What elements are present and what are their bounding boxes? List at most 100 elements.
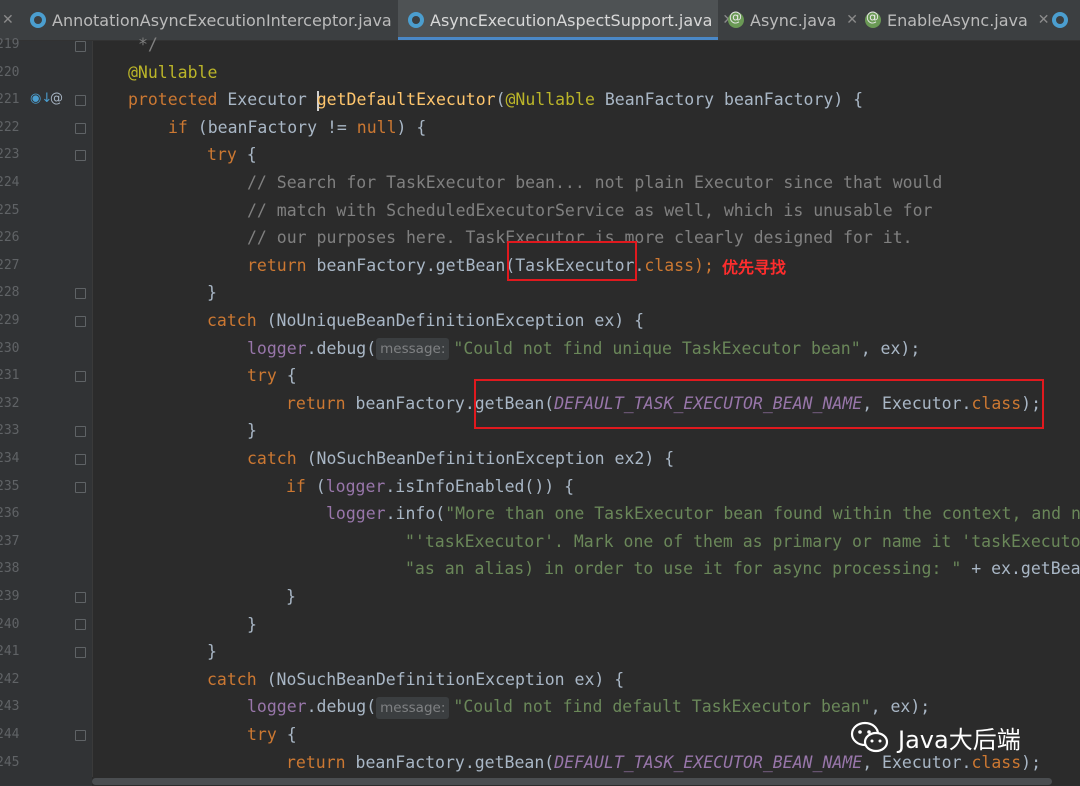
code-text: } (286, 587, 296, 606)
fold-marker-icon[interactable] (75, 41, 86, 52)
code-line[interactable]: catch (NoUniqueBeanDefinitionException e… (207, 307, 644, 335)
code-text: { (236, 145, 257, 165)
annotation-marker-icon[interactable]: @ (50, 91, 63, 106)
line-number: 221 (0, 92, 20, 108)
fold-marker-icon[interactable] (75, 426, 86, 437)
line-number: 241 (0, 644, 20, 660)
fold-marker-icon[interactable] (75, 619, 86, 630)
close-icon[interactable]: ✕ (2, 12, 14, 28)
code-line[interactable]: try { (247, 721, 297, 749)
line-number: 231 (0, 368, 20, 384)
code-text: , ex); (870, 697, 931, 717)
field-name: logger (247, 697, 307, 717)
keyword: try (247, 366, 277, 386)
code-line[interactable]: } (286, 583, 296, 611)
tab-async[interactable]: Async.java ✕ (728, 0, 858, 40)
tab-async-execution-aspect-support[interactable]: AsyncExecutionAspectSupport.java ✕ (398, 0, 734, 40)
code-line[interactable]: // match with ScheduledExecutorService a… (247, 197, 932, 225)
code-text: (NoUniqueBeanDefinitionException ex) { (256, 311, 645, 330)
editor-tab-bar: ✕ AnnotationAsyncExecutionInterceptor.ja… (0, 0, 1080, 41)
code-text: , ex); (860, 338, 921, 358)
code-line[interactable]: catch (NoSuchBeanDefinitionException ex)… (207, 666, 624, 694)
code-text: (NoSuchBeanDefinitionException ex2) { (296, 449, 675, 468)
fold-marker-icon[interactable] (75, 150, 86, 161)
parameter-hint: message: (376, 696, 450, 719)
keyword: class (644, 255, 695, 275)
code-line[interactable]: // Search for TaskExecutor bean... not p… (247, 169, 942, 197)
code-line[interactable]: } (207, 638, 217, 666)
code-text: } (247, 421, 257, 441)
fold-marker-icon[interactable] (75, 592, 86, 603)
tab-enable-async[interactable]: EnableAsync.java ✕ (865, 0, 1050, 40)
code-text: ); (1021, 752, 1042, 772)
close-icon[interactable]: ✕ (1038, 12, 1050, 28)
string-literal: "Could not find default TaskExecutor bea… (453, 697, 871, 717)
code-text: ( (495, 90, 506, 110)
field-name: logger (325, 476, 386, 496)
horizontal-scrollbar[interactable] (92, 777, 1080, 786)
tab-overflow-right[interactable] (1052, 0, 1080, 40)
code-line[interactable]: */ (138, 31, 158, 59)
line-number: 229 (0, 313, 20, 328)
code-line[interactable]: if (beanFactory != null) { (168, 114, 426, 142)
code-line[interactable]: } (247, 417, 257, 445)
override-marker-icon[interactable]: ◉↓ (30, 91, 52, 106)
code-text: } (207, 642, 217, 662)
line-number: 223 (0, 147, 20, 163)
tab-label: EnableAsync.java (887, 10, 1028, 30)
code-line[interactable]: catch (NoSuchBeanDefinitionException ex2… (247, 445, 674, 473)
fold-marker-icon[interactable] (75, 454, 86, 465)
code-line[interactable]: } (207, 279, 217, 307)
class-icon (30, 12, 46, 28)
code-line[interactable]: return beanFactory.getBean(TaskExecutor.… (247, 252, 714, 280)
parameter-hint: message: (376, 338, 450, 361)
code-line[interactable]: protected Executor getDefaultExecutor(@N… (128, 86, 863, 114)
code-line[interactable]: if (logger.isInfoEnabled()) { (286, 473, 574, 501)
code-line[interactable]: try { (207, 141, 257, 169)
line-number: 224 (0, 175, 20, 190)
field-name: logger (326, 504, 386, 524)
code-line[interactable]: } (247, 611, 257, 639)
fold-marker-icon[interactable] (75, 316, 86, 327)
tab-annotation-async-execution-interceptor[interactable]: AnnotationAsyncExecutionInterceptor.java… (30, 0, 413, 40)
tab-label: Async.java (750, 10, 837, 30)
code-text: } (207, 283, 217, 303)
close-icon[interactable]: ✕ (846, 12, 858, 28)
fold-marker-icon[interactable] (75, 482, 86, 493)
line-number: 219 (0, 37, 20, 52)
fold-marker-icon[interactable] (75, 288, 86, 299)
line-number: 237 (0, 533, 20, 549)
watermark: Java大后端 (850, 720, 1021, 755)
code-text: .debug( (306, 338, 377, 358)
line-number: 225 (0, 202, 20, 218)
code-line[interactable]: try { (247, 362, 297, 390)
line-number: 220 (0, 64, 20, 80)
class-icon (408, 12, 424, 28)
comment: // match with ScheduledExecutorService a… (247, 200, 933, 220)
keyword: return (286, 393, 346, 413)
code-text: { (276, 366, 297, 386)
line-number: 243 (0, 699, 20, 715)
annotation-icon (728, 10, 744, 28)
code-line[interactable]: logger.debug(message: "Could not find uni… (247, 335, 920, 363)
watermark-text: Java大后端 (898, 726, 1021, 754)
field-name: logger (247, 338, 307, 358)
fold-marker-icon[interactable] (75, 95, 86, 106)
keyword: if (286, 476, 306, 496)
code-line[interactable]: "'taskExecutor'. Mark one of them as pri… (405, 528, 1080, 556)
code-line[interactable]: @Nullable (128, 59, 217, 87)
keyword: catch (247, 449, 297, 468)
wechat-icon (850, 721, 889, 752)
fold-marker-icon[interactable] (75, 371, 86, 382)
keyword: protected (128, 90, 218, 110)
code-line[interactable]: logger.debug(message: "Could not find def… (247, 693, 930, 721)
code-line[interactable]: logger.info("More than one TaskExecutor … (326, 500, 1080, 528)
fold-marker-icon[interactable] (75, 123, 86, 134)
code-line[interactable]: "as an alias) in order to use it for asy… (405, 555, 1080, 583)
fold-marker-icon[interactable] (75, 730, 86, 741)
method-name: getDefaultExecutor (316, 90, 496, 110)
code-editor[interactable]: 219 220 221 222 223 224 225 226 227 228 … (0, 35, 1080, 786)
scrollbar-thumb[interactable] (92, 778, 1052, 785)
keyword: null (356, 117, 397, 137)
fold-marker-icon[interactable] (75, 647, 86, 658)
